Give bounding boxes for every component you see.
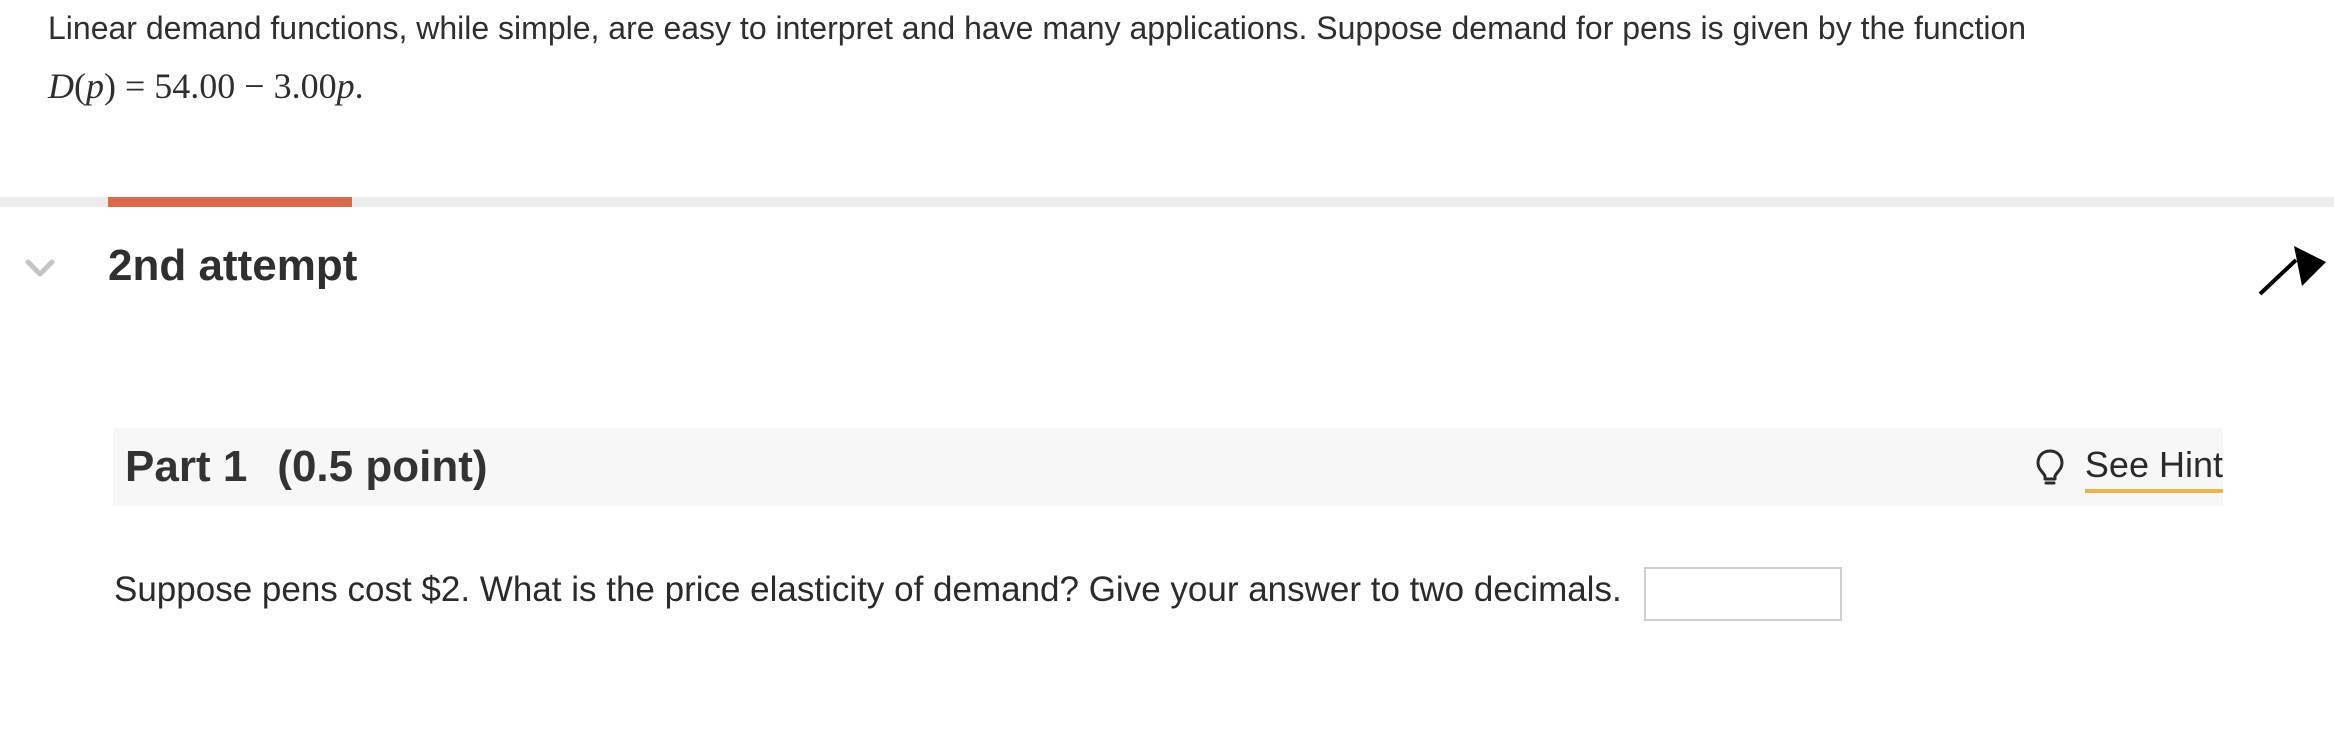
formula-lhs-variable: p xyxy=(86,66,104,106)
see-hint-button[interactable]: See Hint xyxy=(2035,438,2223,498)
question-text: Suppose pens cost $2. What is the price … xyxy=(114,570,1622,609)
part-points: (0.5 point) xyxy=(277,442,488,491)
formula-rhs-variable: p xyxy=(336,66,355,106)
attempt-progress-fill xyxy=(108,197,352,207)
lightbulb-icon xyxy=(2035,448,2065,488)
part-title: Part 1 (0.5 point) xyxy=(125,439,488,495)
see-hint-label[interactable]: See Hint xyxy=(2084,443,2223,493)
formula-end: . xyxy=(354,66,364,106)
formula-rhs: = 54.00 − 3.00 xyxy=(125,66,337,106)
part-label: Part 1 xyxy=(125,442,248,491)
attempt-title[interactable]: 2nd attempt xyxy=(108,238,357,294)
problem-intro: Linear demand functions, while simple, a… xyxy=(48,10,2027,46)
problem-page: Linear demand functions, while simple, a… xyxy=(0,0,2334,730)
arrow-cursor-icon xyxy=(2256,242,2328,298)
answer-input[interactable] xyxy=(1644,567,1842,621)
part-header: Part 1 (0.5 point) See Hint xyxy=(113,428,2223,506)
chevron-down-icon[interactable] xyxy=(24,252,56,284)
formula-function-name: D xyxy=(48,66,74,106)
demand-formula: D(p) = 54.00 − 3.00p. xyxy=(48,66,364,106)
